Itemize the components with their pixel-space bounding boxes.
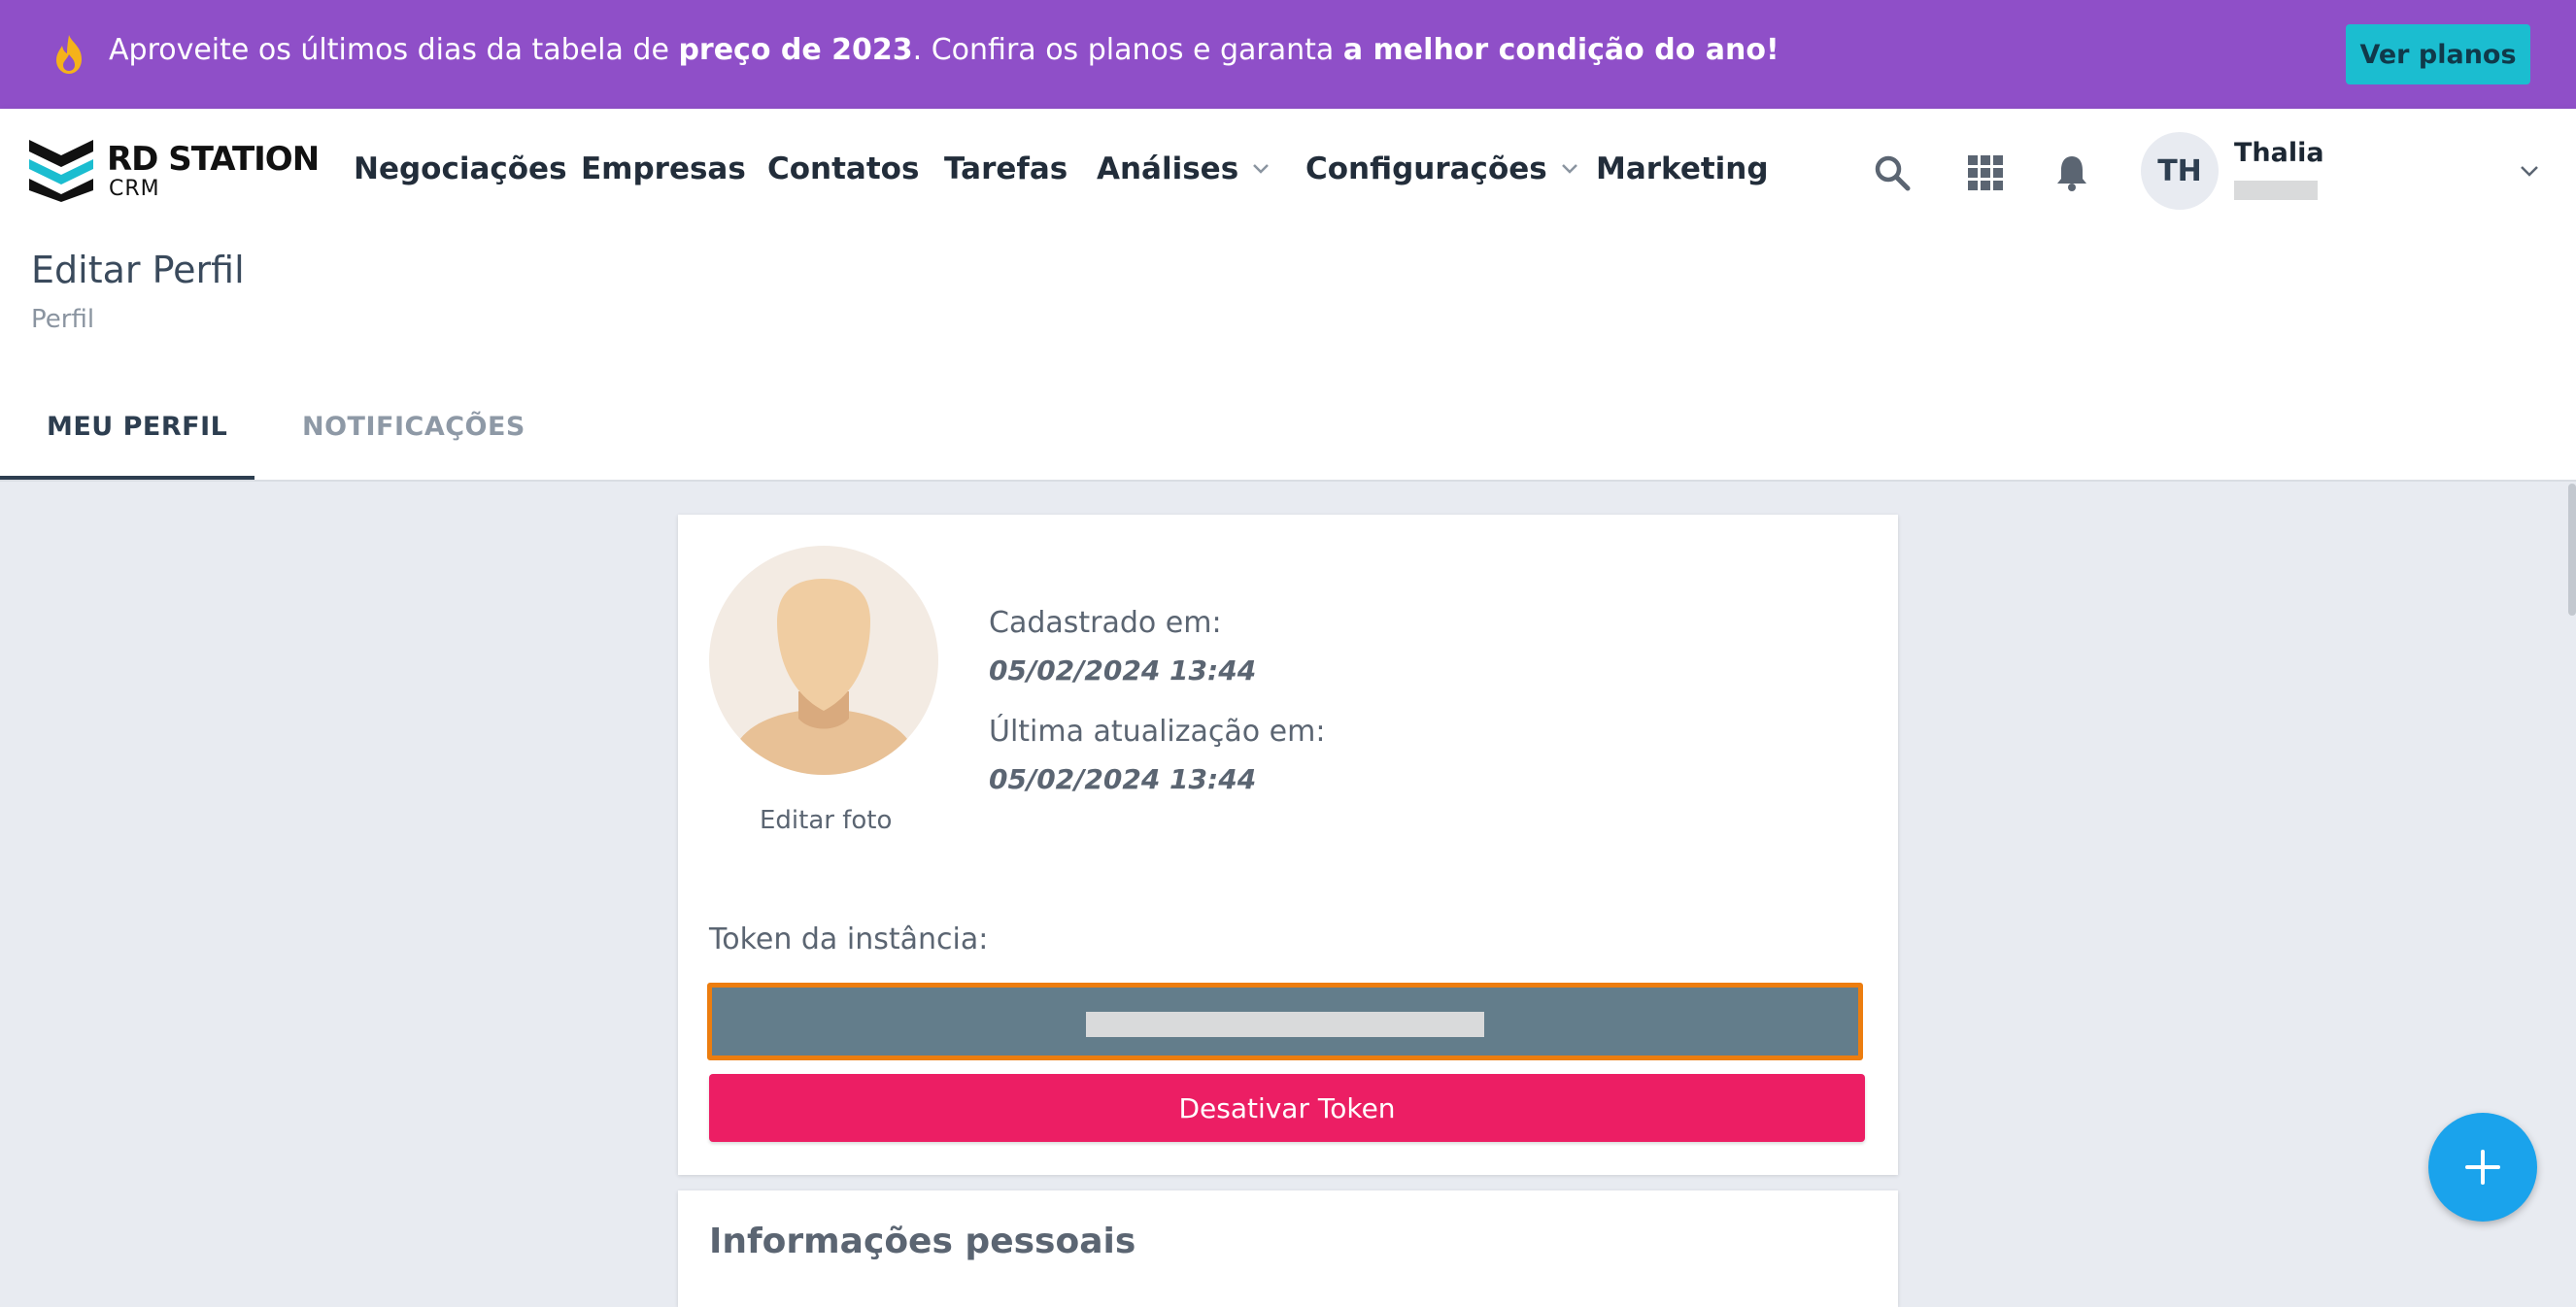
fire-icon — [56, 35, 82, 74]
promo-banner: Aproveite os últimos dias da tabela de p… — [0, 0, 2576, 109]
chevron-down-icon — [1253, 164, 1270, 174]
updated-label: Última atualização em: — [989, 715, 1326, 749]
promo-text-part1: Aproveite os últimos dias da tabela de — [109, 33, 679, 67]
nav-label: Empresas — [581, 151, 746, 186]
token-field[interactable] — [707, 983, 1863, 1060]
search-icon[interactable] — [1873, 153, 1912, 192]
nav-analises[interactable]: Análises — [1097, 151, 1270, 186]
plus-icon — [2465, 1150, 2500, 1185]
nav-label: Negociações — [354, 151, 567, 186]
top-navigation: RD STATION CRM Negociações Empresas Cont… — [0, 109, 2576, 233]
header-divider — [0, 480, 2576, 482]
chevron-down-icon[interactable] — [2520, 165, 2539, 179]
token-label: Token da instância: — [709, 922, 989, 956]
edit-photo-link[interactable]: Editar foto — [760, 806, 892, 835]
profile-card: Editar foto Cadastrado em: 05/02/2024 13… — [678, 515, 1898, 1175]
add-fab-button[interactable] — [2428, 1113, 2537, 1222]
promo-text: Aproveite os últimos dias da tabela de p… — [109, 33, 1779, 67]
nav-label: Contatos — [767, 151, 920, 186]
nav-label: Análises — [1097, 151, 1239, 186]
chevron-down-icon — [1561, 164, 1577, 174]
promo-text-bold2: a melhor condição do ano! — [1342, 33, 1779, 67]
personal-info-card: Informações pessoais — [678, 1190, 1898, 1307]
user-subtitle-redacted — [2234, 181, 2318, 200]
bell-icon[interactable] — [2052, 153, 2091, 192]
nav-label: Configurações — [1305, 151, 1547, 186]
logo-sub: CRM — [109, 177, 160, 201]
avatar-placeholder[interactable] — [709, 546, 938, 775]
user-avatar[interactable]: TH — [2141, 132, 2219, 210]
see-plans-button[interactable]: Ver planos — [2346, 24, 2530, 84]
nav-label: Marketing — [1596, 151, 1769, 186]
promo-text-bold1: preço de 2023 — [678, 33, 913, 67]
token-value-redacted — [1086, 1012, 1484, 1037]
personal-info-title: Informações pessoais — [709, 1222, 1136, 1261]
page-header: Editar Perfil Perfil MEU PERFIL NOTIFICA… — [0, 233, 2576, 482]
promo-text-part2: . Confira os planos e garanta — [912, 33, 1343, 67]
deactivate-token-button[interactable]: Desativar Token — [709, 1074, 1865, 1142]
tab-notificacoes[interactable]: NOTIFICAÇÕES — [302, 412, 525, 442]
nav-label: Tarefas — [944, 151, 1068, 186]
logo-brand: RD STATION — [107, 140, 320, 179]
nav-configuracoes[interactable]: Configurações — [1305, 151, 1578, 186]
apps-grid-icon[interactable] — [1966, 153, 2005, 192]
nav-empresas[interactable]: Empresas — [581, 151, 746, 186]
nav-contatos[interactable]: Contatos — [767, 151, 919, 186]
page-title: Editar Perfil — [31, 249, 245, 291]
nav-marketing[interactable]: Marketing — [1596, 151, 1769, 186]
created-label: Cadastrado em: — [989, 606, 1222, 640]
scrollbar-thumb[interactable] — [2568, 484, 2576, 616]
nav-tarefas[interactable]: Tarefas — [944, 151, 1068, 186]
logo-mark-icon — [29, 140, 93, 202]
breadcrumb: Perfil — [31, 305, 95, 334]
tab-meu-perfil[interactable]: MEU PERFIL — [47, 412, 227, 442]
updated-value: 05/02/2024 13:44 — [989, 763, 1257, 795]
rd-station-logo[interactable]: RD STATION CRM — [29, 138, 320, 208]
created-value: 05/02/2024 13:44 — [989, 654, 1257, 687]
user-name[interactable]: Thalia — [2234, 138, 2324, 168]
nav-negociacoes[interactable]: Negociações — [354, 151, 567, 186]
